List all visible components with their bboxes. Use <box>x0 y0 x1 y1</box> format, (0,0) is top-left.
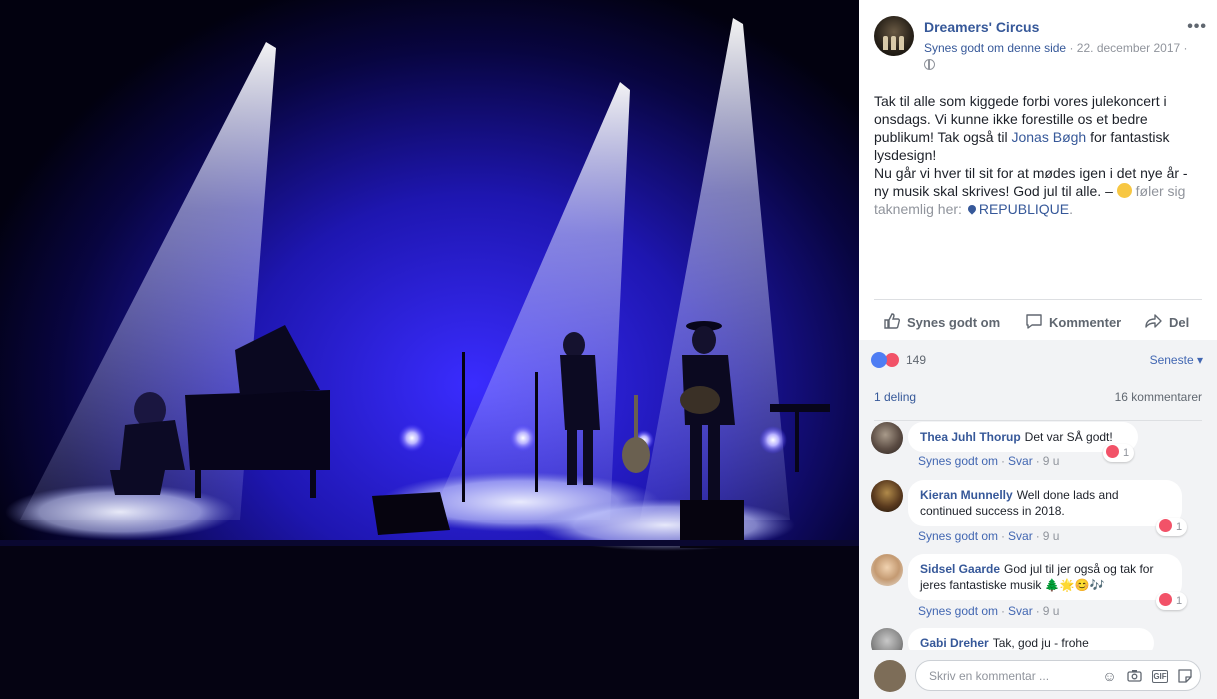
comment-reply-link[interactable]: Svar <box>1008 454 1033 468</box>
laughing-emoji-icon <box>1116 183 1132 198</box>
comment-like-link[interactable]: Synes godt om <box>918 604 998 618</box>
mention-link[interactable]: Jonas Bøgh <box>1011 129 1086 145</box>
like-button[interactable]: Synes godt om <box>883 312 1000 330</box>
thumbs-up-icon <box>884 313 900 329</box>
gif-icon[interactable]: GIF <box>1152 670 1168 683</box>
globe-icon <box>924 59 935 71</box>
comment-actions: Synes godt om · Svar · 9 u <box>918 454 1060 468</box>
emoji-sequence: 🌲🌟😊🎶 <box>1044 578 1105 592</box>
reactions-summary[interactable]: 149 <box>871 352 926 368</box>
comment-reactions[interactable]: 1 <box>1103 444 1135 462</box>
sticker-icon[interactable] <box>1177 669 1192 684</box>
location-pin-icon <box>966 203 978 215</box>
post-stats: 1 deling 16 kommentarer <box>874 382 1202 421</box>
post-meta: Synes godt om denne side · 22. december … <box>924 40 1204 72</box>
like-reaction-icon <box>871 352 887 368</box>
commenter-avatar[interactable] <box>871 554 903 586</box>
comment-reactions[interactable]: 1 <box>1156 518 1188 536</box>
like-page-link[interactable]: Synes godt om denne side <box>924 41 1066 55</box>
comment-item: Sidsel Gaarde God jul til jer også og tak… <box>871 554 1207 620</box>
comment-input-box[interactable]: ☺ GIF <box>915 660 1201 691</box>
speech-bubble-icon <box>1026 314 1042 329</box>
post-text: Tak til alle som kiggede forbi vores jul… <box>874 93 1188 217</box>
post-date[interactable]: 22. december 2017 <box>1077 41 1180 55</box>
comment-composer: ☺ GIF <box>859 650 1217 699</box>
love-reaction-icon <box>1159 519 1172 532</box>
comment-author-link[interactable]: Sidsel Gaarde <box>920 562 1000 576</box>
love-reaction-icon <box>1106 445 1119 458</box>
caret-down-icon: ▾ <box>1196 353 1203 367</box>
current-user-avatar[interactable] <box>874 660 906 692</box>
comment-like-link[interactable]: Synes godt om <box>918 454 998 468</box>
shares-link[interactable]: 1 deling <box>874 390 916 404</box>
smiley-icon[interactable]: ☺ <box>1102 669 1117 684</box>
comment-like-link[interactable]: Synes godt om <box>918 529 998 543</box>
comment-reply-link[interactable]: Svar <box>1008 529 1033 543</box>
comment-reply-link[interactable]: Svar <box>1008 604 1033 618</box>
commenter-avatar[interactable] <box>871 480 903 512</box>
comment-item: Thea Juhl Thorup Det var SÅ godt! 1 Synes… <box>871 422 1207 472</box>
comment-sort-dropdown[interactable]: Seneste ▾ <box>1150 353 1203 367</box>
comment-item: Kieran Munnelly Well done lads and contin… <box>871 480 1207 546</box>
comments-count[interactable]: 16 kommentarer <box>1115 390 1202 404</box>
location-link[interactable]: REPUBLIQUE <box>979 201 1069 217</box>
comment-button[interactable]: Kommenter <box>1025 312 1121 330</box>
comment-author-link[interactable]: Gabi Dreher <box>920 636 989 650</box>
comment-reactions[interactable]: 1 <box>1156 592 1188 610</box>
comment-author-link[interactable]: Thea Juhl Thorup <box>920 430 1021 444</box>
comment-actions: Synes godt om · Svar · 9 u <box>918 604 1060 618</box>
post-photo[interactable] <box>0 0 859 699</box>
more-options-icon[interactable]: ••• <box>1187 18 1207 36</box>
commenter-avatar[interactable] <box>871 422 903 454</box>
share-button[interactable]: Del <box>1145 312 1189 330</box>
share-arrow-icon <box>1145 314 1162 328</box>
comments-section: 149 Seneste ▾ 1 deling 16 kommentarer Th… <box>859 340 1217 699</box>
comment-bubble: Kieran Munnelly Well done lads and contin… <box>908 480 1182 526</box>
page-avatar[interactable] <box>874 16 914 56</box>
comment-author-link[interactable]: Kieran Munnelly <box>920 488 1013 502</box>
post-actions-bar: Synes godt om Kommenter Del <box>874 299 1202 340</box>
comment-input[interactable] <box>927 668 1101 684</box>
concert-stage-image <box>0 0 859 699</box>
post-side-panel: Dreamers' Circus ••• Synes godt om denne… <box>859 0 1217 699</box>
page-name-link[interactable]: Dreamers' Circus <box>924 19 1039 35</box>
camera-icon[interactable] <box>1127 669 1142 684</box>
post-header: Dreamers' Circus ••• Synes godt om denne… <box>874 16 1207 76</box>
comment-actions: Synes godt om · Svar · 9 u <box>918 529 1060 543</box>
love-reaction-icon <box>1159 593 1172 606</box>
comment-bubble: Sidsel Gaarde God jul til jer også og tak… <box>908 554 1182 600</box>
